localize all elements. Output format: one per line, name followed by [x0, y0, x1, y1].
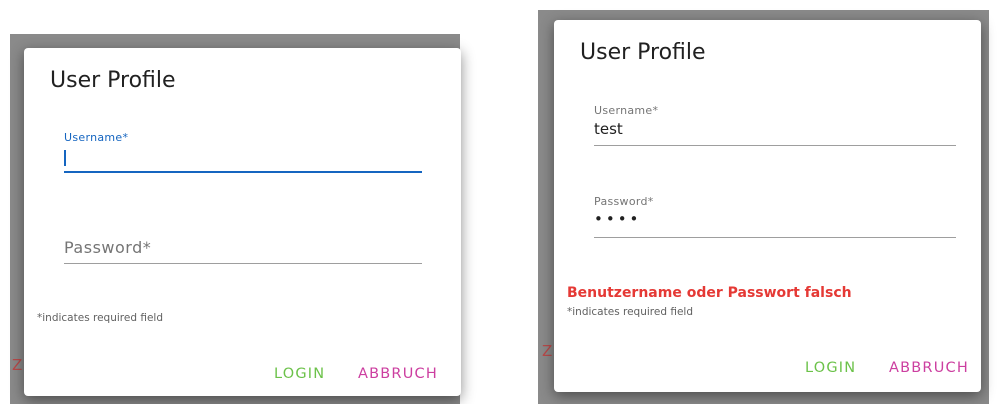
username-value: test: [594, 120, 623, 138]
password-label: Password*: [64, 238, 152, 257]
password-field[interactable]: Password*: [64, 234, 422, 266]
required-field-note: *indicates required field: [37, 312, 163, 324]
user-profile-dialog-error: User Profile Username* test Password* ••…: [554, 20, 981, 392]
username-label: Username*: [594, 104, 659, 117]
required-field-note: *indicates required field: [567, 306, 693, 318]
username-field[interactable]: Username*: [64, 128, 422, 176]
dialog-title: User Profile: [50, 68, 176, 93]
login-error-message: Benutzername oder Passwort falsch: [567, 285, 852, 301]
password-value-masked: ••••: [594, 210, 642, 228]
dialog-title: User Profile: [580, 40, 706, 65]
username-label: Username*: [64, 131, 129, 144]
background-text-fragment: Z: [542, 342, 553, 360]
login-button[interactable]: LOGIN: [805, 360, 856, 376]
password-label: Password*: [594, 195, 654, 208]
username-field[interactable]: Username* test: [594, 104, 956, 148]
username-underline: [64, 171, 422, 173]
background-text-fragment: Z: [12, 356, 23, 374]
password-underline: [594, 237, 956, 238]
text-caret: [64, 150, 66, 166]
cancel-button[interactable]: ABBRUCH: [358, 366, 438, 382]
login-button[interactable]: LOGIN: [274, 366, 325, 382]
user-profile-dialog-empty: User Profile Username* Password* *indica…: [24, 48, 461, 396]
password-underline: [64, 263, 422, 264]
cancel-button[interactable]: ABBRUCH: [889, 360, 969, 376]
username-underline: [594, 145, 956, 146]
password-field[interactable]: Password* ••••: [594, 195, 956, 239]
